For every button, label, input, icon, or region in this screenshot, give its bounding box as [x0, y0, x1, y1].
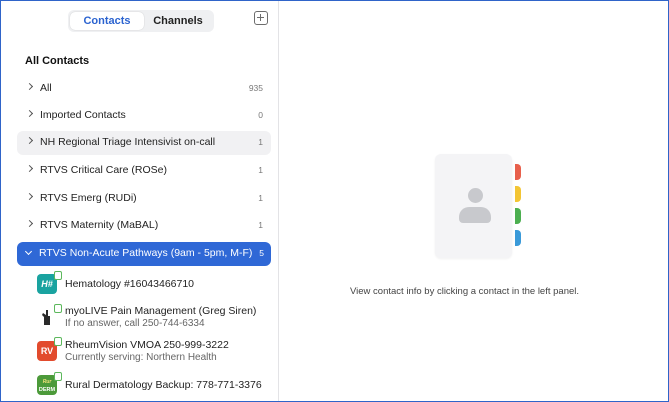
- chevron-down-icon: [24, 247, 33, 256]
- contact-name: Hematology #16043466710: [65, 278, 195, 290]
- contact-name: myoLIVE Pain Management (Greg Siren): [65, 305, 257, 317]
- group-label: All: [40, 82, 52, 94]
- app-window: Contacts Channels All Contacts All 935 I…: [0, 0, 669, 402]
- chevron-right-icon: [25, 219, 34, 228]
- group-count: 1: [258, 165, 263, 175]
- group-imported-contacts[interactable]: Imported Contacts 0: [17, 104, 271, 128]
- contact-rural-dermatology[interactable]: Rur DERM Rural Dermatology Backup: 778-7…: [17, 372, 271, 396]
- group-count: 1: [258, 193, 263, 203]
- all-contacts-heading: All Contacts: [25, 55, 90, 67]
- add-contact-button[interactable]: [254, 11, 268, 25]
- chevron-right-icon: [25, 136, 34, 145]
- contact-hematology[interactable]: H# Hematology #16043466710: [17, 271, 271, 295]
- person-body-icon: [459, 207, 491, 223]
- tab-channels[interactable]: Channels: [144, 12, 212, 30]
- contact-subtitle: If no answer, call 250-744-6334: [65, 318, 205, 329]
- contact-book-illustration: [435, 154, 521, 258]
- group-label: RTVS Emerg (RUDi): [40, 192, 137, 204]
- status-badge: [54, 304, 62, 313]
- group-count: 1: [258, 220, 263, 230]
- group-count: 0: [258, 110, 263, 120]
- tab-switcher: Contacts Channels: [68, 10, 214, 32]
- red-tab-icon: [515, 164, 521, 180]
- contact-myolive[interactable]: myoLIVE Pain Management (Greg Siren) If …: [17, 304, 271, 330]
- group-rtvs-maternity[interactable]: RTVS Maternity (MaBAL) 1: [17, 214, 271, 238]
- blue-tab-icon: [515, 230, 521, 246]
- avatar-text: DERM: [38, 387, 56, 393]
- contacts-sidebar: Contacts Channels All Contacts All 935 I…: [1, 1, 279, 401]
- status-badge: [54, 271, 62, 280]
- group-count: 1: [258, 137, 263, 147]
- group-all[interactable]: All 935: [17, 77, 271, 101]
- contact-rheumvision[interactable]: RV RheumVision VMOA 250-999-3222 Current…: [17, 337, 271, 363]
- group-label: RTVS Critical Care (ROSe): [40, 164, 167, 176]
- group-label: RTVS Maternity (MaBAL): [40, 219, 159, 231]
- chevron-right-icon: [25, 164, 34, 173]
- group-rtvs-emerg[interactable]: RTVS Emerg (RUDi) 1: [17, 187, 271, 211]
- group-nh-regional-triage[interactable]: NH Regional Triage Intensivist on-call 1: [17, 131, 271, 155]
- contact-card-icon: [435, 154, 512, 258]
- group-label: NH Regional Triage Intensivist on-call: [40, 136, 216, 148]
- tab-contacts[interactable]: Contacts: [70, 12, 144, 30]
- chevron-right-icon: [25, 109, 34, 118]
- person-head-icon: [468, 188, 483, 203]
- chevron-right-icon: [25, 192, 34, 201]
- status-badge: [54, 337, 62, 346]
- chevron-right-icon: [25, 82, 34, 91]
- yellow-tab-icon: [515, 186, 521, 202]
- status-badge: [54, 372, 62, 381]
- group-count: 5: [259, 248, 264, 258]
- contact-name: RheumVision VMOA 250-999-3222: [65, 339, 229, 351]
- empty-state-hint: View contact info by clicking a contact …: [350, 286, 580, 297]
- group-rtvs-non-acute-pathways[interactable]: RTVS Non-Acute Pathways (9am - 5pm, M-F)…: [17, 242, 271, 266]
- green-tab-icon: [515, 208, 521, 224]
- group-count: 935: [248, 83, 263, 93]
- group-rtvs-critical-care[interactable]: RTVS Critical Care (ROSe) 1: [17, 159, 271, 183]
- contact-subtitle: Currently serving: Northern Health: [65, 352, 217, 363]
- group-label: Imported Contacts: [40, 109, 126, 121]
- group-label: RTVS Non-Acute Pathways (9am - 5pm, M-F): [39, 247, 253, 259]
- contact-name: Rural Dermatology Backup: 778-771-3376: [65, 379, 262, 391]
